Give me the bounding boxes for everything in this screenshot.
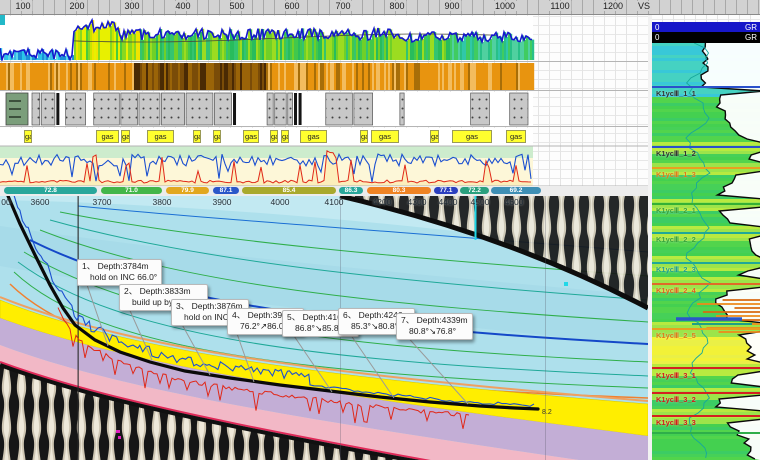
formation-label: K1ycⅢ_3_2 <box>656 395 696 404</box>
horizontal-log-tracks[interactable] <box>0 14 648 196</box>
gas-show-label: gas <box>121 130 130 143</box>
gr-track-header: 0 GR <box>652 22 760 32</box>
gr-curve-name: GR <box>745 23 757 32</box>
formation-label: K1ycⅢ_2_4 <box>656 286 696 295</box>
inclination-segment: 80.3 <box>367 187 431 194</box>
gr-curve-name: GR <box>745 33 757 42</box>
formation-label: K1ycⅢ_1_1 <box>656 89 696 98</box>
md-depth-label: 4100 <box>325 197 344 207</box>
gr-scale-min: 0 <box>655 23 659 32</box>
inclination-segment: 79.9 <box>166 187 209 194</box>
annotation-depth-line: 1、 Depth:3784m <box>82 261 157 272</box>
formation-boundary-line <box>652 432 760 434</box>
formation-label: K1ycⅢ_1_3 <box>656 170 696 179</box>
ruler-tick-label: 200 <box>67 1 86 11</box>
track-left-tab <box>0 15 5 25</box>
ruler-tick-label: 100 <box>13 1 32 11</box>
gas-show-label: gas <box>506 130 526 143</box>
inclination-segment: 69.2 <box>491 187 541 194</box>
inclination-segment: 71.0 <box>101 187 162 194</box>
gas-show-label: gas <box>300 130 327 143</box>
inclination-segment: 86.3 <box>339 187 363 194</box>
md-depth-label: 4400 <box>439 197 458 207</box>
annotation-depth-line: 7、 Depth:4339m <box>401 315 468 326</box>
ruler-tick-label: 700 <box>333 1 352 11</box>
gas-show-label: gas <box>281 130 289 143</box>
formation-boundary-line <box>652 232 760 234</box>
md-depth-label: 3900 <box>213 197 232 207</box>
gas-show-label: gas <box>147 130 174 143</box>
md-depth-label: 4600 <box>505 197 524 207</box>
formation-boundary-line <box>652 367 760 369</box>
ruler-tick-label: 300 <box>122 1 141 11</box>
trajectory-annotation[interactable]: 7、 Depth:4339m80.8°↘76.8° <box>396 313 473 340</box>
formation-label: K1ycⅢ_2_1 <box>656 206 696 215</box>
gas-show-label: gas <box>430 130 439 143</box>
ruler-tick-label: 900 <box>442 1 461 11</box>
formation-label: K1ycⅢ_3_1 <box>656 371 696 380</box>
ruler-tick-label: 400 <box>173 1 192 11</box>
inclination-segment: 72.8 <box>4 187 97 194</box>
formation-label: K1ycⅢ_3_3 <box>656 418 696 427</box>
geosteering-app-window: 100 200 300 400 500 600 700 800 900 1000 1100 1200 V… <box>0 0 760 460</box>
md-depth-label: 3800 <box>153 197 172 207</box>
inclination-segment: 72.2 <box>460 187 489 194</box>
gas-show-label: gas <box>360 130 368 143</box>
formation-label: K1ycⅢ_2_2 <box>656 235 696 244</box>
gas-show-label: gas <box>24 130 32 143</box>
trajectory-annotation[interactable]: 1、 Depth:3784mhold on INC 66.0° <box>77 259 162 286</box>
ruler-tick-label: VS <box>636 1 652 11</box>
ruler-tick-label: 600 <box>282 1 301 11</box>
formation-boundary-line <box>652 328 760 330</box>
inclination-segment: 87.1 <box>213 187 239 194</box>
ruler-tick-label: 800 <box>387 1 406 11</box>
md-depth-label: 3700 <box>93 197 112 207</box>
inclination-segment: 77.1 <box>434 187 458 194</box>
gr-track-header: 0 GR <box>652 32 760 43</box>
gr-scale-min: 0 <box>655 33 659 42</box>
formation-boundary-line <box>652 392 760 394</box>
gas-show-label: gas <box>193 130 201 143</box>
formation-boundary-line <box>652 262 760 264</box>
inclination-segment: 85.4 <box>242 187 336 194</box>
formation-label: K1ycⅢ_2_5 <box>656 331 696 340</box>
annotation-depth-line: 2、 Depth:3833m <box>124 286 203 297</box>
gas-show-label: gas <box>371 130 399 143</box>
gas-show-label: gas <box>243 130 259 143</box>
md-depth-label: 4200 <box>373 197 392 207</box>
formation-boundary-line <box>652 203 760 205</box>
md-depth-label: 4300 <box>408 197 427 207</box>
trajectory-end-label: 8.2 <box>542 409 552 416</box>
formation-boundary-line <box>652 86 760 88</box>
formation-boundary-line <box>652 146 760 148</box>
formation-boundary-line <box>652 283 760 285</box>
formation-boundary-line <box>652 167 760 169</box>
gas-show-label: gas <box>452 130 492 143</box>
annotation-detail-line: hold on INC 66.0° <box>82 272 157 283</box>
vs-ruler: 100 200 300 400 500 600 700 800 900 1000 1100 1200 V… <box>0 0 760 15</box>
gas-show-label: gas <box>270 130 278 143</box>
formation-boundary-line <box>652 415 760 417</box>
formation-label: K1ycⅢ_2_3 <box>656 265 696 274</box>
formation-label: K1ycⅢ_1_2 <box>656 149 696 158</box>
md-depth-label: 4000 <box>271 197 290 207</box>
ruler-tick-label: 1000 <box>493 1 517 11</box>
ruler-tick-label: 500 <box>227 1 246 11</box>
ruler-tick-label: 1200 <box>601 1 625 11</box>
ruler-tick-label: 1100 <box>548 1 571 11</box>
gas-show-label: gas <box>96 130 119 143</box>
md-depth-label: 00 <box>1 197 10 207</box>
annotation-detail-line: 80.8°↘76.8° <box>401 326 468 337</box>
md-depth-label: 3600 <box>31 197 50 207</box>
gas-show-label: gas <box>213 130 221 143</box>
md-depth-label: 4500 <box>471 197 490 207</box>
